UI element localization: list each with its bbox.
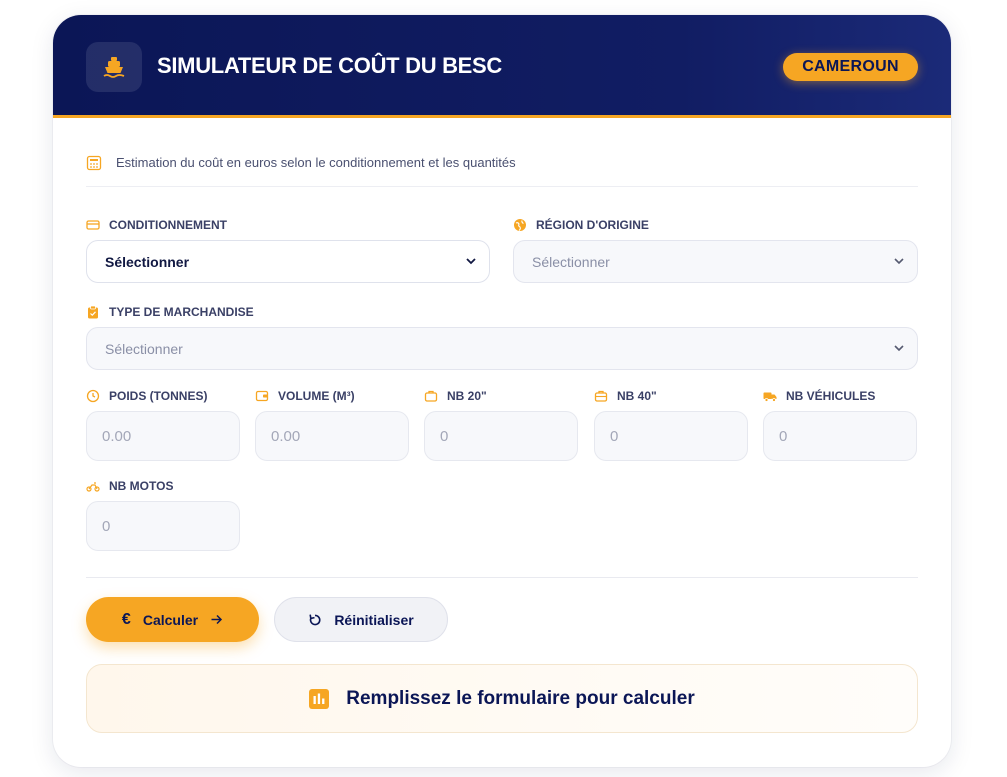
clipboard-icon	[88, 305, 98, 319]
region-select[interactable]: Sélectionner	[513, 240, 918, 283]
volume-input[interactable]: 0.00	[255, 411, 409, 461]
calculator-icon	[86, 155, 102, 171]
bar-chart-icon	[309, 688, 330, 709]
logo-badge	[86, 42, 142, 92]
nb40-label: NB 40"	[594, 389, 657, 403]
simulator-card: SIMULATEUR DE COÛT DU BESC CAMEROUN Esti…	[53, 15, 951, 767]
country-badge: CAMEROUN	[783, 53, 918, 81]
subtitle-row: Estimation du coût en euros selon le con…	[86, 153, 918, 187]
euro-icon: €	[121, 610, 131, 628]
nb20-label: NB 20"	[424, 389, 487, 403]
result-panel: Remplissez le formulaire pour calculer	[86, 664, 918, 733]
poids-label: POIDS (TONNES)	[86, 389, 207, 403]
volume-label: VOLUME (M³)	[255, 389, 355, 403]
nb20-input[interactable]: 0	[424, 411, 578, 461]
region-label: RÉGION D'ORIGINE	[513, 218, 649, 232]
header-bar: SIMULATEUR DE COÛT DU BESC CAMEROUN	[53, 15, 951, 118]
chevron-down-icon	[894, 258, 904, 265]
chevron-down-icon	[466, 258, 476, 265]
nb-vehicules-label: NB VÉHICULES	[763, 389, 875, 403]
type-marchandise-label: TYPE DE MARCHANDISE	[86, 305, 254, 319]
reset-button[interactable]: Réinitialiser	[274, 597, 448, 642]
nb-vehicules-input[interactable]: 0	[763, 411, 917, 461]
briefcase-icon	[594, 390, 608, 402]
chevron-down-icon	[894, 345, 904, 352]
subtitle-text: Estimation du coût en euros selon le con…	[116, 155, 516, 170]
ship-icon	[103, 57, 125, 78]
truck-icon	[763, 392, 777, 402]
poids-input[interactable]: 0.00	[86, 411, 240, 461]
reset-button-label: Réinitialiser	[334, 611, 414, 628]
refresh-icon	[309, 613, 321, 625]
conditionnement-label: CONDITIONNEMENT	[86, 218, 227, 232]
result-message: Remplissez le formulaire pour calculer	[346, 687, 695, 709]
globe-icon	[514, 219, 526, 231]
calculate-button[interactable]: € Calculer	[86, 597, 259, 642]
page-title: SIMULATEUR DE COÛT DU BESC	[157, 53, 503, 78]
divider	[86, 577, 918, 578]
nb40-input[interactable]: 0	[594, 411, 748, 461]
conditionnement-select[interactable]: Sélectionner	[86, 240, 490, 283]
box-icon	[86, 220, 100, 230]
motorcycle-icon	[86, 482, 100, 492]
arrow-right-icon	[211, 614, 223, 625]
wallet-icon	[255, 390, 269, 402]
type-marchandise-select[interactable]: Sélectionner	[86, 327, 918, 370]
calculate-button-label: Calculer	[142, 611, 199, 628]
nb-motos-input[interactable]: 0	[86, 501, 240, 551]
nb-motos-label: NB MOTOS	[86, 479, 173, 493]
clock-icon	[86, 389, 100, 403]
briefcase-icon	[424, 390, 438, 402]
